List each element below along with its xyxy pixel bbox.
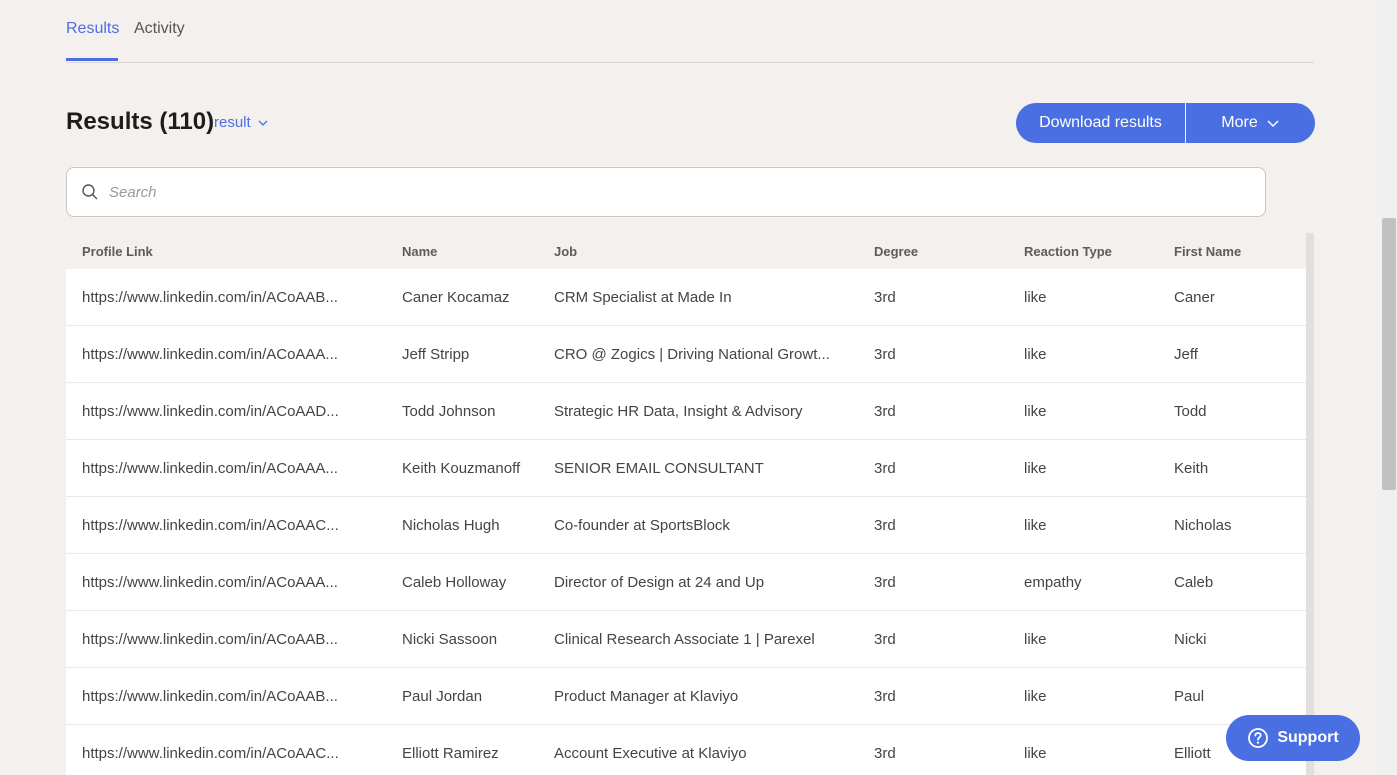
result-type-label: result: [214, 114, 251, 131]
cell-first-name: Paul: [1174, 687, 1205, 705]
cell-reaction-type: like: [1024, 288, 1047, 306]
cell-job: Strategic HR Data, Insight & Advisory: [554, 402, 803, 420]
column-header-job[interactable]: Job: [554, 244, 874, 259]
cell-first-name: Caner: [1174, 288, 1215, 306]
result-type-dropdown[interactable]: result: [214, 114, 269, 131]
download-results-button[interactable]: Download results: [1016, 103, 1185, 143]
more-label: More: [1221, 114, 1258, 131]
cell-degree: 3rd: [874, 288, 896, 306]
cell-first-name: Caleb: [1174, 573, 1214, 591]
table-row[interactable]: https://www.linkedin.com/in/ACoAAC... Nic…: [66, 497, 1314, 554]
cell-job: Account Executive at Klaviyo: [554, 744, 747, 762]
search-input[interactable]: [109, 183, 1209, 201]
table-scrollbar[interactable]: [1306, 233, 1314, 775]
search-bar[interactable]: [66, 167, 1266, 217]
search-icon: [82, 184, 98, 200]
table-row[interactable]: https://www.linkedin.com/in/ACoAAB... Can…: [66, 269, 1314, 326]
tab-results[interactable]: Results: [66, 20, 119, 38]
table-body: https://www.linkedin.com/in/ACoAAB... Can…: [66, 269, 1314, 775]
cell-degree: 3rd: [874, 573, 896, 591]
column-header-first-name[interactable]: First Name: [1174, 244, 1304, 259]
cell-name: Elliott Ramirez: [402, 744, 499, 762]
table-row[interactable]: https://www.linkedin.com/in/ACoAAC... Ell…: [66, 725, 1314, 775]
support-label: Support: [1277, 729, 1339, 746]
cell-first-name: Todd: [1174, 402, 1207, 420]
chevron-down-icon: [258, 120, 268, 126]
cell-degree: 3rd: [874, 744, 896, 762]
chevron-down-icon: [1267, 120, 1279, 128]
cell-reaction-type: like: [1024, 459, 1047, 477]
cell-reaction-type: like: [1024, 744, 1047, 762]
support-button[interactable]: Support: [1226, 715, 1360, 761]
cell-profile-link: https://www.linkedin.com/in/ACoAAA...: [82, 345, 338, 363]
tab-bar: Results Activity: [66, 0, 1314, 63]
cell-profile-link: https://www.linkedin.com/in/ACoAAB...: [82, 288, 338, 306]
table-row[interactable]: https://www.linkedin.com/in/ACoAAB... Pau…: [66, 668, 1314, 725]
tab-activity[interactable]: Activity: [134, 20, 185, 38]
cell-reaction-type: like: [1024, 630, 1047, 648]
column-header-name[interactable]: Name: [402, 244, 554, 259]
cell-reaction-type: like: [1024, 516, 1047, 534]
cell-name: Paul Jordan: [402, 687, 483, 705]
cell-degree: 3rd: [874, 687, 896, 705]
table-row[interactable]: https://www.linkedin.com/in/ACoAAA... Kei…: [66, 440, 1314, 497]
cell-name: Jeff Stripp: [402, 345, 470, 363]
cell-job: Product Manager at Klaviyo: [554, 687, 739, 705]
cell-degree: 3rd: [874, 516, 896, 534]
cell-reaction-type: like: [1024, 402, 1047, 420]
cell-first-name: Nicholas: [1174, 516, 1232, 534]
more-button[interactable]: More: [1186, 103, 1315, 143]
cell-job: CRM Specialist at Made In: [554, 288, 732, 306]
cell-job: Director of Design at 24 and Up: [554, 573, 765, 591]
cell-first-name: Keith: [1174, 459, 1209, 477]
results-actions: Download results More: [1016, 103, 1315, 143]
results-table: Profile Link Name Job Degree Reaction Ty…: [66, 233, 1314, 775]
table-row[interactable]: https://www.linkedin.com/in/ACoAAA... Cal…: [66, 554, 1314, 611]
column-header-profile-link[interactable]: Profile Link: [66, 244, 402, 259]
column-header-reaction-type[interactable]: Reaction Type: [1024, 244, 1174, 259]
cell-reaction-type: like: [1024, 687, 1047, 705]
cell-degree: 3rd: [874, 345, 896, 363]
table-header: Profile Link Name Job Degree Reaction Ty…: [66, 233, 1314, 269]
help-circle-icon: [1248, 728, 1269, 748]
cell-degree: 3rd: [874, 459, 896, 477]
cell-profile-link: https://www.linkedin.com/in/ACoAAB...: [82, 687, 338, 705]
table-row[interactable]: https://www.linkedin.com/in/ACoAAD... Tod…: [66, 383, 1314, 440]
cell-profile-link: https://www.linkedin.com/in/ACoAAD...: [82, 402, 339, 420]
table-row[interactable]: https://www.linkedin.com/in/ACoAAA... Jef…: [66, 326, 1314, 383]
cell-name: Nicholas Hugh: [402, 516, 500, 534]
cell-profile-link: https://www.linkedin.com/in/ACoAAC...: [82, 516, 339, 534]
cell-degree: 3rd: [874, 630, 896, 648]
cell-profile-link: https://www.linkedin.com/in/ACoAAB...: [82, 630, 338, 648]
cell-job: CRO @ Zogics | Driving National Growt...: [554, 345, 830, 363]
cell-first-name: Nicki: [1174, 630, 1207, 648]
cell-first-name: Jeff: [1174, 345, 1198, 363]
cell-name: Caner Kocamaz: [402, 288, 510, 306]
page-title: Results (110): [66, 108, 215, 135]
active-tab-indicator: [66, 58, 118, 61]
cell-reaction-type: empathy: [1024, 573, 1082, 591]
cell-profile-link: https://www.linkedin.com/in/ACoAAA...: [82, 459, 338, 477]
cell-name: Todd Johnson: [402, 402, 496, 420]
cell-name: Caleb Holloway: [402, 573, 507, 591]
cell-name: Keith Kouzmanoff: [402, 459, 521, 477]
cell-profile-link: https://www.linkedin.com/in/ACoAAC...: [82, 744, 339, 762]
cell-reaction-type: like: [1024, 345, 1047, 363]
column-header-degree[interactable]: Degree: [874, 244, 1024, 259]
table-row[interactable]: https://www.linkedin.com/in/ACoAAB... Nic…: [66, 611, 1314, 668]
cell-profile-link: https://www.linkedin.com/in/ACoAAA...: [82, 573, 338, 591]
cell-job: Clinical Research Associate 1 | Parexel: [554, 630, 815, 648]
cell-job: Co-founder at SportsBlock: [554, 516, 730, 534]
cell-job: SENIOR EMAIL CONSULTANT: [554, 459, 764, 477]
cell-degree: 3rd: [874, 402, 896, 420]
cell-name: Nicki Sassoon: [402, 630, 498, 648]
page-scrollbar-thumb[interactable]: [1382, 218, 1396, 490]
